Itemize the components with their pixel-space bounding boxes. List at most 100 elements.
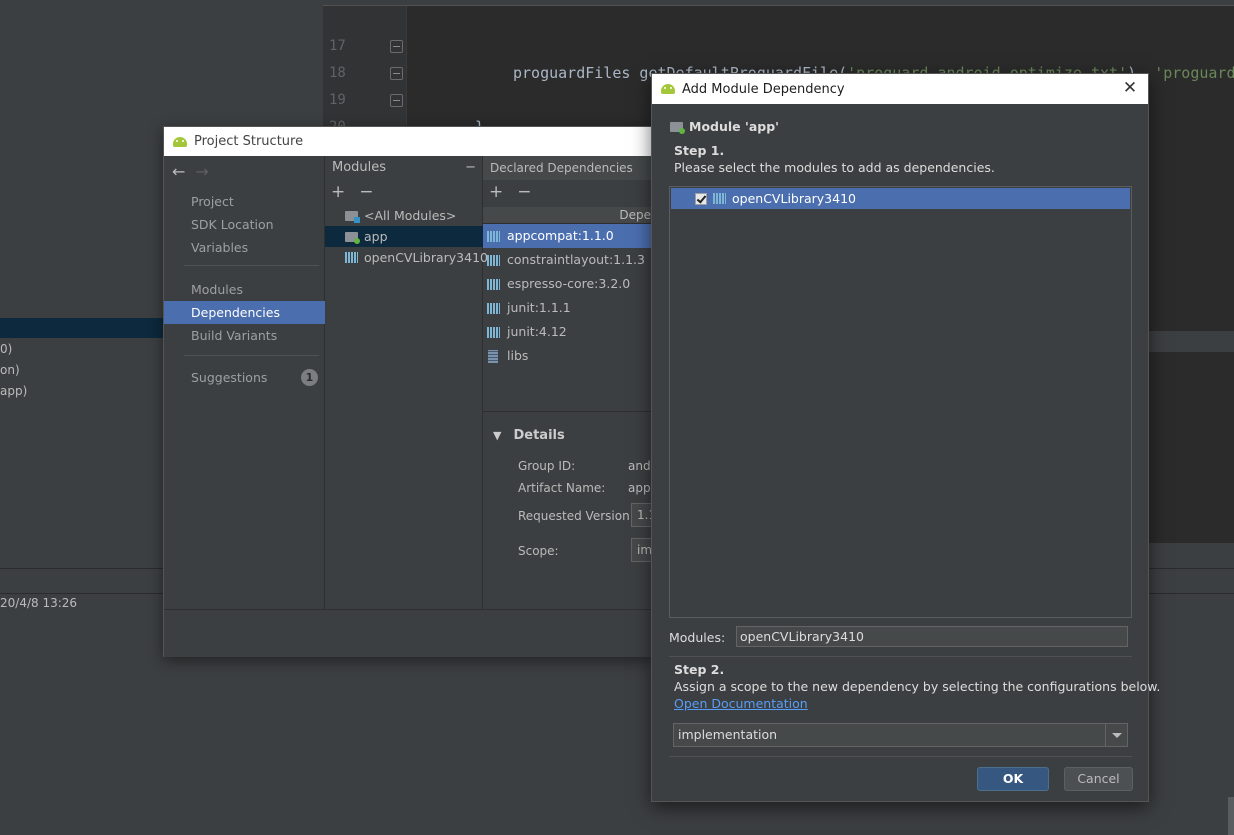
dependencies-toolbar: + − <box>489 180 546 204</box>
scope-dropdown[interactable]: implementation <box>673 723 1128 747</box>
module-checkbox[interactable] <box>695 192 707 205</box>
project-structure-nav: ← → Project SDK Location Variables Module… <box>164 156 325 609</box>
ok-button[interactable]: OK <box>977 767 1049 791</box>
module-name: Module 'app' <box>689 119 779 134</box>
suggestions-badge: 1 <box>301 369 318 386</box>
nav-item-build-variants[interactable]: Build Variants <box>164 324 325 347</box>
dependency-item[interactable]: libs <box>483 344 653 368</box>
artifact-name-value: app <box>628 481 651 495</box>
code-line: 18 } <box>323 33 1234 136</box>
add-module-button[interactable]: + <box>331 182 345 202</box>
fold-icon[interactable] <box>390 40 403 53</box>
details-title: Details <box>513 428 565 443</box>
dependency-item[interactable]: espresso-core:3.2.0 <box>483 272 653 296</box>
dependency-item[interactable]: constraintlayout:1.1.3 <box>483 248 653 272</box>
code-line: 17 proguardFiles getDefaultProguardFile(… <box>323 6 1234 82</box>
nav-item-label: Suggestions <box>191 370 268 385</box>
nav-arrows: ← → <box>172 162 219 181</box>
remove-dependency-button[interactable]: − <box>517 182 531 202</box>
ide-panel-divider <box>1148 568 1234 594</box>
library-module-icon <box>713 193 726 204</box>
modules-toolbar: + − <box>331 180 388 204</box>
module-label: openCVLibrary3410 <box>364 250 488 265</box>
divider <box>669 656 1132 657</box>
android-icon <box>173 136 187 147</box>
library-icon <box>487 255 500 266</box>
module-selection-list[interactable]: openCVLibrary3410 <box>669 186 1132 618</box>
step2-title: Step 2. <box>674 662 725 677</box>
module-label: app <box>364 229 388 244</box>
dependency-label: espresso-core:3.2.0 <box>507 276 631 291</box>
scope-dropdown-value: implementation <box>678 727 778 742</box>
module-label: <All Modules> <box>364 208 457 223</box>
forward-arrow-icon[interactable]: → <box>195 162 208 181</box>
add-dependency-button[interactable]: + <box>489 182 503 202</box>
dependencies-column-header[interactable]: Depe <box>483 207 653 224</box>
scrollbar-thumb[interactable] <box>1228 797 1234 835</box>
nav-divider <box>184 265 319 266</box>
cancel-button[interactable]: Cancel <box>1064 767 1133 791</box>
close-button[interactable]: ✕ <box>1121 79 1139 97</box>
scope-label: Scope: <box>518 544 559 558</box>
modules-panel-header: Modules − <box>325 156 482 180</box>
step1-title: Step 1. <box>674 143 725 158</box>
dependency-label: constraintlayout:1.1.3 <box>507 252 645 267</box>
nav-item-modules[interactable]: Modules <box>164 278 325 301</box>
module-list-label: openCVLibrary3410 <box>732 191 856 206</box>
dependencies-panel-header: Declared Dependencies <box>483 156 653 180</box>
collapse-triangle-icon: ▼ <box>493 429 502 442</box>
module-item-opencv[interactable]: openCVLibrary3410 <box>325 247 488 268</box>
details-section: ▼ Details Group ID: and Artifact Name: ap… <box>483 411 661 609</box>
divider <box>669 756 1132 757</box>
project-structure-dialog: Project Structure ← → Project SDK Locatio… <box>163 126 661 657</box>
ide-tree-row[interactable]: on) <box>0 363 20 377</box>
library-icon <box>487 231 500 242</box>
nav-divider <box>184 355 319 356</box>
library-icon <box>487 327 500 338</box>
details-header[interactable]: ▼ Details <box>493 428 565 443</box>
dependency-label: junit:1.1.1 <box>507 300 571 315</box>
modules-field[interactable]: openCVLibrary3410 <box>736 626 1128 647</box>
ide-tree-row[interactable]: app) <box>0 384 27 398</box>
app-module-icon <box>670 121 685 134</box>
target-module-label: Module 'app' <box>670 119 779 134</box>
remove-module-button[interactable]: − <box>359 182 373 202</box>
nav-item-variables[interactable]: Variables <box>164 236 325 259</box>
add-module-dependency-dialog: Add Module Dependency ✕ Module 'app' Ste… <box>651 73 1160 802</box>
collapse-button[interactable]: − <box>465 156 476 180</box>
modules-field-label: Modules: <box>669 630 726 645</box>
library-module-icon <box>345 252 358 263</box>
nav-item-suggestions[interactable]: Suggestions 1 <box>164 366 325 389</box>
dependency-label: libs <box>507 348 529 363</box>
nav-item-dependencies[interactable]: Dependencies <box>164 301 325 324</box>
chevron-down-icon[interactable] <box>1105 724 1127 746</box>
nav-item-project[interactable]: Project <box>164 190 325 213</box>
dialog-title: Add Module Dependency <box>682 81 845 97</box>
nav-item-sdk-location[interactable]: SDK Location <box>164 213 325 236</box>
group-id-label: Group ID: <box>518 459 576 473</box>
project-structure-titlebar[interactable]: Project Structure <box>164 127 652 156</box>
dependency-item[interactable]: junit:1.1.1 <box>483 296 653 320</box>
fold-icon[interactable] <box>390 67 403 80</box>
step2-description: Assign a scope to the new dependency by … <box>674 679 1161 694</box>
ide-tree-row[interactable]: 0) <box>0 342 12 356</box>
dependency-label: junit:4.12 <box>507 324 567 339</box>
module-list-item[interactable]: openCVLibrary3410 <box>671 188 1130 209</box>
add-module-dependency-titlebar[interactable]: Add Module Dependency ✕ <box>652 74 1148 104</box>
library-icon <box>487 279 500 290</box>
fold-icon[interactable] <box>390 94 403 107</box>
panel-title: Modules <box>332 160 387 175</box>
requested-version-label: Requested Version: <box>518 509 634 523</box>
declared-dependencies-panel: Declared Dependencies + − Depe appcompat:… <box>483 156 661 609</box>
library-icon <box>487 303 500 314</box>
ide-timestamp: 20/4/8 13:26 <box>0 596 78 610</box>
module-item-app[interactable]: app <box>325 226 483 247</box>
open-documentation-link[interactable]: Open Documentation <box>674 696 808 711</box>
ide-selected-row[interactable] <box>0 318 163 338</box>
dependency-item[interactable]: appcompat:1.1.0 <box>483 224 653 248</box>
android-icon <box>661 84 675 94</box>
step1-description: Please select the modules to add as depe… <box>674 160 995 175</box>
module-item-all[interactable]: <All Modules> <box>325 205 483 226</box>
back-arrow-icon[interactable]: ← <box>172 162 185 181</box>
dependency-item[interactable]: junit:4.12 <box>483 320 653 344</box>
